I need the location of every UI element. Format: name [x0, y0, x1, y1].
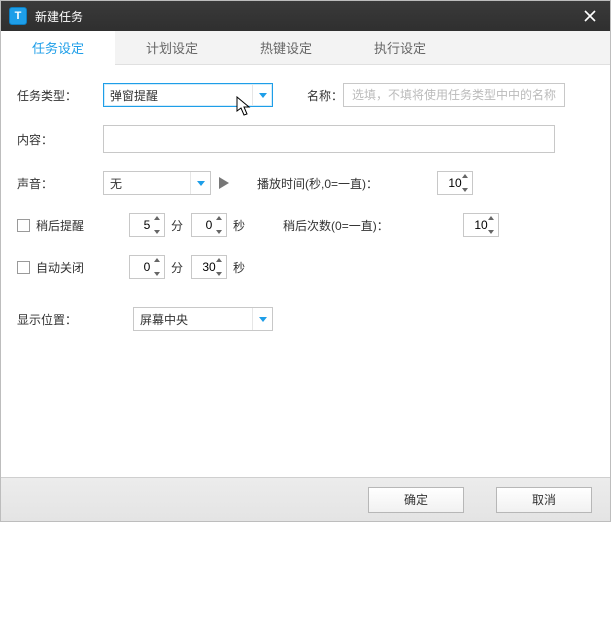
- later-remind-group: 稍后提醒: [13, 217, 103, 234]
- spinner-up-icon[interactable]: [488, 216, 494, 220]
- play-time-spinner[interactable]: [437, 171, 473, 195]
- titlebar: T 新建任务: [1, 1, 610, 31]
- play-icon[interactable]: [219, 177, 229, 189]
- label-name: 名称：: [273, 87, 343, 104]
- unit-minute: 分: [171, 217, 183, 234]
- spinner-up-icon[interactable]: [462, 174, 468, 178]
- spinner-up-icon[interactable]: [216, 258, 222, 262]
- tab-schedule-settings[interactable]: 计划设定: [115, 31, 229, 64]
- position-value: 屏幕中央: [140, 311, 188, 328]
- later-remind-checkbox[interactable]: [17, 219, 30, 232]
- label-sound: 声音：: [13, 175, 103, 192]
- auto-close-group: 自动关闭: [13, 259, 103, 276]
- spinner-down-icon[interactable]: [216, 272, 222, 276]
- later-second-spinner[interactable]: [191, 213, 227, 237]
- task-type-value: 弹窗提醒: [110, 87, 158, 104]
- spinner-down-icon[interactable]: [216, 230, 222, 234]
- spinner-down-icon[interactable]: [462, 188, 468, 192]
- ok-button[interactable]: 确定: [368, 487, 464, 513]
- close-button[interactable]: [570, 1, 610, 31]
- name-input-wrap: [343, 83, 565, 107]
- cancel-button[interactable]: 取消: [496, 487, 592, 513]
- spinner-up-icon[interactable]: [216, 216, 222, 220]
- spinner-down-icon[interactable]: [154, 230, 160, 234]
- label-play-time: 播放时间(秒,0=一直)：: [257, 175, 407, 192]
- auto-minute-spinner[interactable]: [129, 255, 165, 279]
- task-type-combo[interactable]: 弹窗提醒: [103, 83, 273, 107]
- spinner-down-icon[interactable]: [488, 230, 494, 234]
- content-input-wrap: [103, 125, 555, 153]
- dialog-footer: 确定 取消: [1, 477, 610, 521]
- later-count-spinner[interactable]: [463, 213, 499, 237]
- content-input[interactable]: [110, 126, 548, 152]
- spinner-up-icon[interactable]: [154, 258, 160, 262]
- tabstrip: 任务设定 计划设定 热键设定 执行设定: [1, 31, 610, 65]
- dialog-window: T 新建任务 任务设定 计划设定 热键设定 执行设定 任务类型： 弹窗提醒 名称…: [0, 0, 611, 522]
- blank-area: [0, 522, 611, 602]
- name-input[interactable]: [350, 84, 558, 106]
- sound-combo[interactable]: 无: [103, 171, 211, 195]
- close-icon: [584, 10, 596, 22]
- label-later-count: 稍后次数(0=一直)：: [283, 217, 413, 234]
- chevron-down-icon: [190, 172, 210, 194]
- spinner-up-icon[interactable]: [154, 216, 160, 220]
- chevron-down-icon: [252, 308, 272, 330]
- unit-second: 秒: [233, 259, 245, 276]
- position-combo[interactable]: 屏幕中央: [133, 307, 273, 331]
- label-position: 显示位置：: [13, 311, 133, 328]
- window-title: 新建任务: [35, 8, 83, 25]
- tab-task-settings[interactable]: 任务设定: [1, 31, 115, 64]
- label-later-remind: 稍后提醒: [36, 217, 84, 234]
- label-task-type: 任务类型：: [13, 87, 103, 104]
- chevron-down-icon: [252, 84, 272, 106]
- tab-execute-settings[interactable]: 执行设定: [343, 31, 457, 64]
- unit-minute: 分: [171, 259, 183, 276]
- sound-value: 无: [110, 175, 122, 192]
- auto-close-checkbox[interactable]: [17, 261, 30, 274]
- auto-second-spinner[interactable]: [191, 255, 227, 279]
- label-auto-close: 自动关闭: [36, 259, 84, 276]
- app-icon: T: [9, 7, 27, 25]
- tab-hotkey-settings[interactable]: 热键设定: [229, 31, 343, 64]
- spinner-down-icon[interactable]: [154, 272, 160, 276]
- later-minute-spinner[interactable]: [129, 213, 165, 237]
- form-area: 任务类型： 弹窗提醒 名称： 内容： 声音： 无: [1, 65, 610, 477]
- label-content: 内容：: [13, 131, 103, 148]
- unit-second: 秒: [233, 217, 245, 234]
